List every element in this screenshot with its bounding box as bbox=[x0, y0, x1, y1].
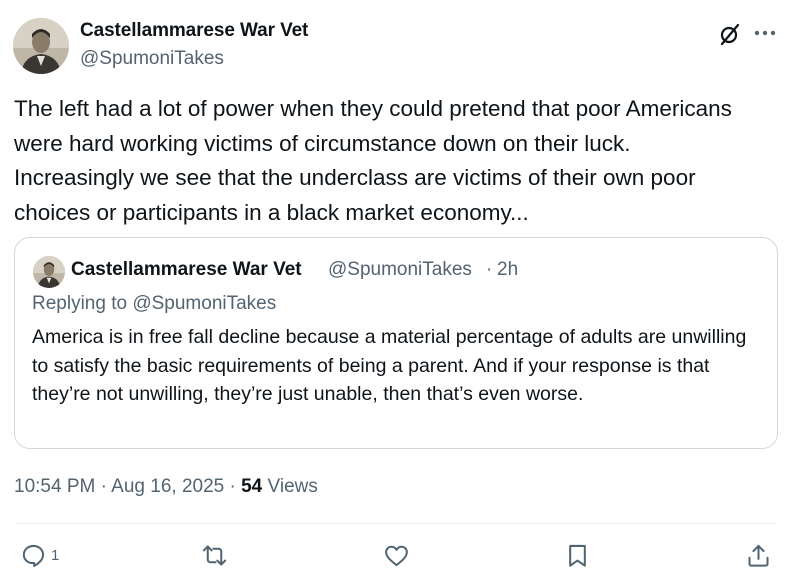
quote-timestamp: 2h bbox=[497, 259, 519, 280]
retweet-button[interactable] bbox=[201, 540, 228, 570]
bookmark-button[interactable] bbox=[564, 540, 591, 570]
author-handle[interactable]: @SpumoniTakes bbox=[80, 48, 224, 70]
reply-icon bbox=[22, 544, 45, 567]
reply-button[interactable]: 1 bbox=[20, 540, 59, 570]
replying-to-label: Replying to @SpumoniTakes bbox=[32, 293, 277, 314]
share-icon bbox=[748, 544, 769, 567]
meta-separator: · bbox=[100, 476, 107, 497]
more-icon[interactable] bbox=[752, 20, 778, 46]
quoted-tweet-card[interactable]: Castellammarese War Vet @SpumoniTakes · … bbox=[14, 237, 778, 449]
views-label: Views bbox=[267, 476, 318, 497]
tweet-time[interactable]: 10:54 PM bbox=[14, 476, 95, 497]
quote-author-handle: @SpumoniTakes bbox=[328, 259, 472, 280]
share-button[interactable] bbox=[745, 540, 772, 570]
author-avatar[interactable] bbox=[13, 18, 69, 74]
retweet-icon bbox=[202, 544, 227, 566]
like-button[interactable] bbox=[383, 540, 410, 570]
view-count: 54 bbox=[241, 476, 263, 497]
divider bbox=[14, 523, 778, 524]
bookmark-icon bbox=[569, 544, 586, 567]
tweet-metadata: 10:54 PM · Aug 16, 2025 · 54 Views bbox=[14, 476, 318, 498]
quote-separator: · bbox=[486, 259, 493, 280]
quote-author-avatar bbox=[33, 256, 65, 288]
tweet-date[interactable]: Aug 16, 2025 bbox=[111, 476, 224, 497]
quote-author-name: Castellammarese War Vet bbox=[71, 259, 302, 280]
like-icon bbox=[385, 545, 408, 566]
quote-text: America is in free fall decline because … bbox=[32, 326, 747, 405]
grok-icon[interactable] bbox=[716, 20, 744, 48]
tweet-text: The left had a lot of power when they co… bbox=[14, 96, 732, 225]
author-name[interactable]: Castellammarese War Vet bbox=[80, 20, 308, 42]
reply-count: 1 bbox=[51, 546, 60, 564]
meta-separator: · bbox=[229, 476, 236, 497]
